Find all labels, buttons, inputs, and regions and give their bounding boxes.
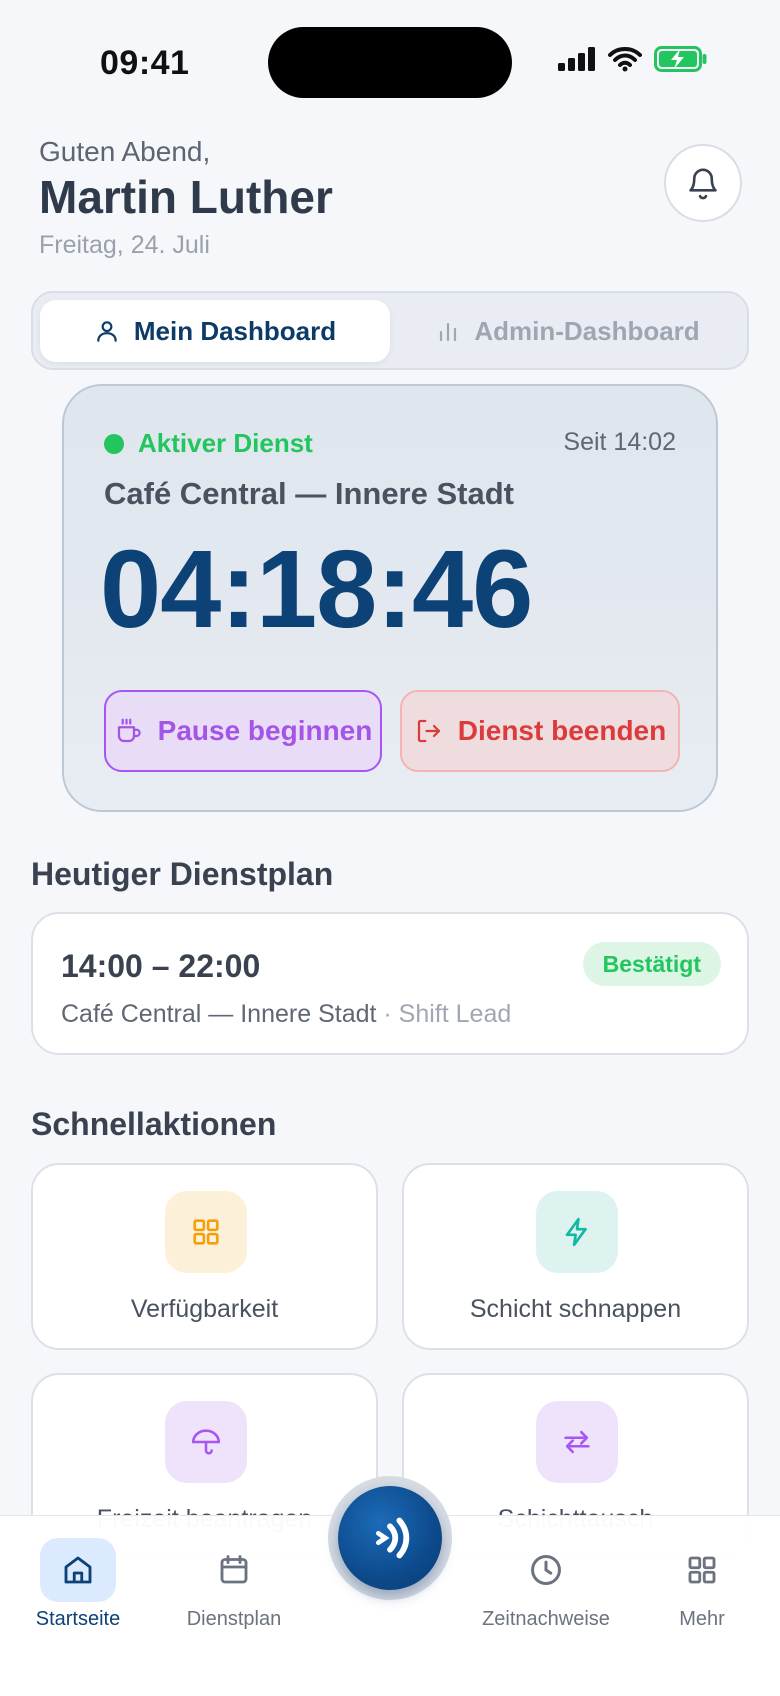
clock-icon: [508, 1538, 584, 1602]
tab-home[interactable]: Startseite: [30, 1538, 126, 1631]
tab-timesheets[interactable]: Zeitnachweise: [476, 1538, 616, 1631]
status-badge: Bestätigt: [582, 942, 721, 986]
shift-start-time: Seit 14:02: [563, 428, 676, 456]
signal-icon: [558, 47, 595, 71]
shift-status-label: Aktiver Dienst: [138, 428, 313, 458]
nfc-button-core: [338, 1486, 442, 1590]
quick-action-availability[interactable]: Verfügbarkeit: [31, 1163, 378, 1350]
shift-location: Café Central — Innere Stadt: [104, 476, 514, 511]
schedule-section-title: Heutiger Dienstplan: [31, 856, 334, 892]
current-date: Freitag, 24. Juli: [39, 231, 210, 259]
dynamic-island: [268, 27, 512, 98]
todays-shift-card[interactable]: 14:00 – 22:00 Bestätigt Café Central — I…: [31, 912, 749, 1055]
user-name: Martin Luther: [39, 171, 333, 223]
shift-details: Café Central — Innere Stadt · Shift Lead: [61, 1000, 511, 1029]
shift-status: Aktiver Dienst: [104, 428, 313, 459]
tab-admin-dashboard[interactable]: Admin-Dashboard: [393, 300, 743, 362]
quick-action-grab-shift[interactable]: Schicht schnappen: [402, 1163, 749, 1350]
tab-more-label: Mehr: [679, 1608, 725, 1630]
start-break-button[interactable]: Pause beginnen: [104, 690, 382, 772]
shift-role: · Shift Lead: [383, 1000, 512, 1028]
start-break-label: Pause beginnen: [157, 715, 373, 746]
dashboard-switcher: Mein Dashboard Admin-Dashboard: [31, 291, 749, 370]
lightning-icon: [536, 1191, 618, 1273]
battery-charging-icon: [654, 46, 707, 72]
grid-icon: [165, 1191, 247, 1273]
tab-my-dashboard-label: Mein Dashboard: [133, 315, 337, 346]
tab-schedule[interactable]: Dienstplan: [180, 1538, 288, 1631]
quick-actions-title: Schnellaktionen: [31, 1106, 277, 1142]
status-bar: 09:41: [0, 0, 780, 130]
shift-time-range: 14:00 – 22:00: [61, 948, 261, 984]
bar-chart-icon: [440, 322, 457, 342]
nfc-clock-in-button[interactable]: [328, 1476, 452, 1600]
active-shift-card: Aktiver Dienst Seit 14:02 Café Central —…: [62, 384, 718, 812]
tab-admin-dashboard-label: Admin-Dashboard: [474, 315, 700, 346]
status-time: 09:41: [100, 44, 190, 82]
greeting: Guten Abend,: [39, 136, 211, 167]
home-icon: [40, 1538, 116, 1602]
logout-icon: [417, 719, 440, 743]
quick-action-label: Schicht schnappen: [469, 1295, 682, 1323]
active-dot: [104, 433, 124, 454]
tab-schedule-label: Dienstplan: [186, 1608, 282, 1630]
end-shift-button[interactable]: Dienst beenden: [400, 690, 680, 772]
tab-my-dashboard[interactable]: Mein Dashboard: [40, 300, 390, 362]
tab-more[interactable]: Mehr: [664, 1538, 740, 1631]
nfc-icon: [376, 1517, 410, 1559]
bell-icon: [689, 168, 717, 200]
wifi-icon: [608, 47, 642, 72]
apps-grid-icon: [664, 1538, 740, 1602]
umbrella-icon: [165, 1401, 247, 1483]
quick-action-label: Verfügbarkeit: [130, 1295, 279, 1323]
coffee-icon: [117, 718, 141, 743]
tab-home-label: Startseite: [35, 1608, 121, 1630]
shift-timer: 04:18:46: [100, 528, 533, 651]
status-icons: [558, 46, 708, 72]
notifications-button[interactable]: [664, 144, 742, 222]
shift-location-text: Café Central — Innere Stadt: [61, 1000, 377, 1028]
swap-icon: [536, 1401, 618, 1483]
calendar-icon: [196, 1538, 272, 1602]
end-shift-label: Dienst beenden: [457, 715, 667, 746]
tab-timesheets-label: Zeitnachweise: [482, 1608, 610, 1630]
user-icon: [97, 321, 117, 342]
